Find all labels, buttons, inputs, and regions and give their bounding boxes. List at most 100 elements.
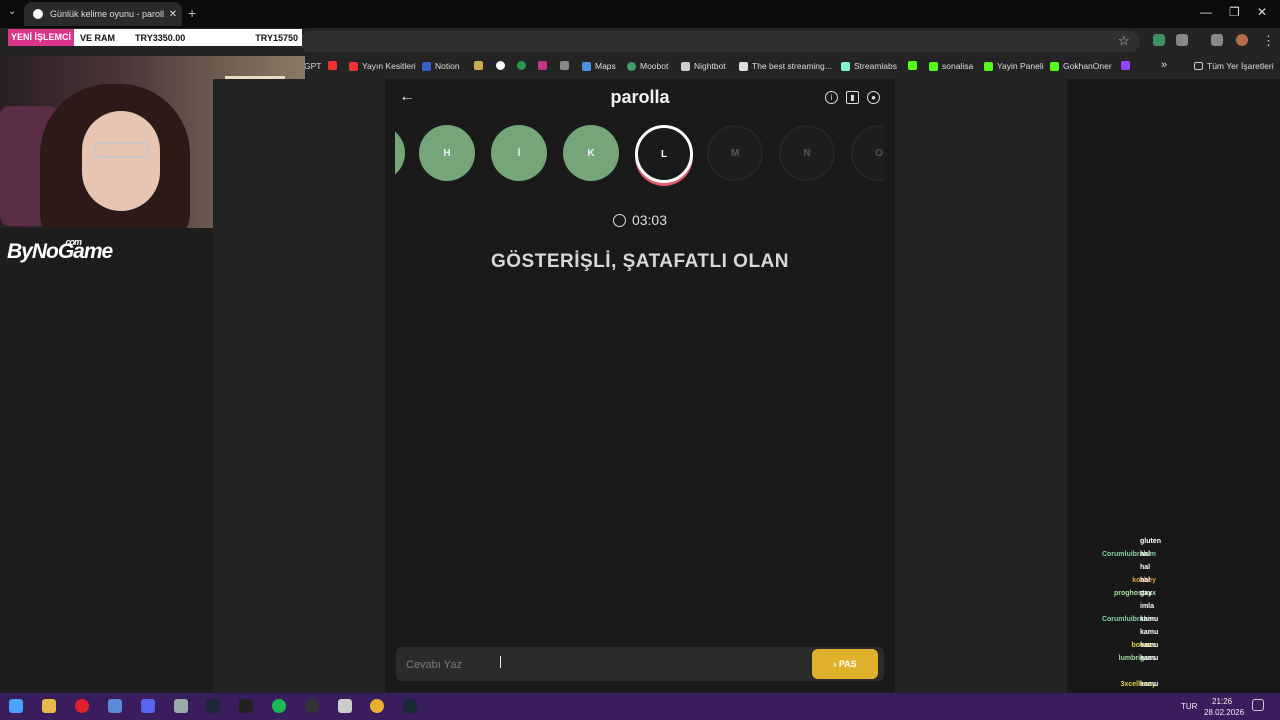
pass-button[interactable]: › PAS [812,649,878,679]
new-tab-button[interactable]: + [188,5,196,21]
clock-time[interactable]: 21:26 [1212,697,1232,706]
language-indicator[interactable]: TUR [1181,702,1197,711]
menu-kebab-icon[interactable]: ⋮ [1262,33,1275,49]
bookmark-twitch[interactable] [1121,61,1134,70]
answer-input[interactable] [404,654,808,676]
bookmark-notion[interactable]: Notion [422,61,460,71]
glasses [94,142,150,158]
taskbar: TUR 21:26 28.02.2026 [0,693,1280,720]
notification-icon[interactable] [1252,699,1264,711]
bookmark-sonalisa[interactable]: sonalisa [929,61,973,71]
profile-icon[interactable]: ● [867,91,880,104]
chat-message: gluten [1140,538,1161,545]
app-icon[interactable] [338,699,352,713]
browser-titlebar: ⌄ Günlük kelime oyunu - parolla ✕ + — ❐ … [0,0,1280,28]
epic-games-icon[interactable] [239,699,253,713]
bookmark-maps[interactable]: Maps [582,61,616,71]
letter-circle: İ [491,125,547,181]
bookmark-nightbot[interactable]: Nightbot [681,61,726,71]
address-field[interactable] [300,31,1140,52]
clock-icon [612,214,626,227]
obs-icon[interactable] [305,699,319,713]
bookmark-streamlabs[interactable]: Streamlabs [841,61,897,71]
browser-tab-active[interactable]: Günlük kelime oyunu - parolla ✕ [24,2,182,26]
donation-ticker: YENİ İŞLEMCİ VE RAM TRY3350.00 TRY15750 [8,29,302,46]
media-control-icon[interactable] [1211,34,1223,46]
discord-icon[interactable] [141,699,155,713]
windows-start-icon[interactable] [9,699,23,713]
ticker-label-2: VE RAM [80,32,116,43]
chat-message: lumbrigass kamu [1118,655,1159,662]
chat-message: Corumluibrahim hal [1101,551,1156,558]
letter-circle: H [419,125,475,181]
bookmark-youtube[interactable] [328,61,341,70]
timer: 03:03 [385,212,895,228]
chat-message: imla [1140,603,1155,610]
steam-icon[interactable] [206,699,220,713]
bookmark-star-icon[interactable]: ☆ [1118,33,1130,49]
bookmark-gpt[interactable]: GPT [304,61,321,71]
extensions-puzzle-icon[interactable] [1176,34,1188,46]
close-window-button[interactable]: ✕ [1257,5,1267,19]
ticker-value-current: TRY3350.00 [135,32,186,43]
bookmark-green[interactable] [517,61,530,70]
letter-circle-active: L [635,125,693,183]
bookmark-gokhanoner[interactable]: GokhanOner [1050,61,1112,71]
bookmark-streaming[interactable]: The best streaming... [739,61,832,71]
bookmark-google[interactable] [496,61,509,70]
chat-message: proghostxxx gay [1113,590,1156,597]
tab-close-icon[interactable]: ✕ [164,9,182,20]
app-icon[interactable] [108,699,122,713]
chat-message: Corumluibrahim kamu [1101,616,1159,623]
letter-circle: K [563,125,619,181]
sponsor-logo: ByNoGame .com [7,237,113,263]
minimize-button[interactable]: — [1200,5,1212,19]
bookmark-kick[interactable] [908,61,921,70]
answer-bar: › PAS [396,647,884,681]
tab-search-button[interactable]: ⌄ [8,6,16,17]
bookmark-moobot[interactable]: Moobot [627,61,668,71]
opera-icon[interactable] [75,699,89,713]
app-icon[interactable] [174,699,188,713]
bookmark-x[interactable] [560,61,573,70]
ticker-label: YENİ İŞLEMCİ [8,29,75,46]
ticker-value-goal: TRY15750 [255,32,298,43]
letter-circle: N [779,125,835,181]
favicon-icon [33,9,43,19]
letter-circle [395,125,405,181]
bookmark-yayin-kesitleri[interactable]: Yayın Kesitleri [349,61,416,71]
parolla-app: ← parolla i ▮ ● H İ K L M N O 03:03 GÖST… [385,79,895,693]
page-right-margin [895,79,1067,693]
chat-message: kozbey hal [1132,577,1156,584]
chat-message: boooze kamu [1131,642,1159,649]
bookmark-instagram[interactable] [538,61,551,70]
timer-value: 03:03 [631,212,668,228]
clock-date[interactable]: 28.02.2026 [1204,708,1244,717]
page-left-margin [213,79,385,693]
info-icon[interactable]: i [825,91,838,104]
chrome-icon[interactable] [370,699,384,713]
clue-text: GÖSTERİŞLİ, ŞATAFATLI OLAN [491,251,789,272]
spotify-icon[interactable] [272,699,286,713]
maximize-button[interactable]: ❐ [1229,5,1240,19]
extension-icon[interactable] [1153,34,1165,46]
letter-circle: M [707,125,763,181]
chat-message: kamu [1140,629,1159,636]
avatar[interactable] [1236,34,1248,46]
chat-message: hal [1140,564,1151,571]
text-cursor-icon [500,656,507,668]
chat-message [1078,668,1159,681]
bookmark-yayin-paneli[interactable]: Yayin Paneli [984,61,1044,71]
streamer-face [82,111,160,211]
bookmarks-more-icon[interactable]: » [1161,59,1167,71]
all-bookmarks-folder[interactable]: Tüm Yer İşaretleri [1194,61,1274,71]
letter-circle: O [851,125,885,181]
steam-icon[interactable] [403,699,417,713]
stats-icon[interactable]: ▮ [846,91,859,104]
app-logo: parolla [610,87,670,107]
stream-chat: gluten Corumluibrahim hal hal kozbey hal p… [1078,538,1268,696]
bookmark-folder[interactable] [474,61,487,70]
tab-title: Günlük kelime oyunu - parolla [50,9,164,19]
letter-carousel: H İ K L M N O [395,123,885,189]
file-explorer-icon[interactable] [42,699,56,713]
